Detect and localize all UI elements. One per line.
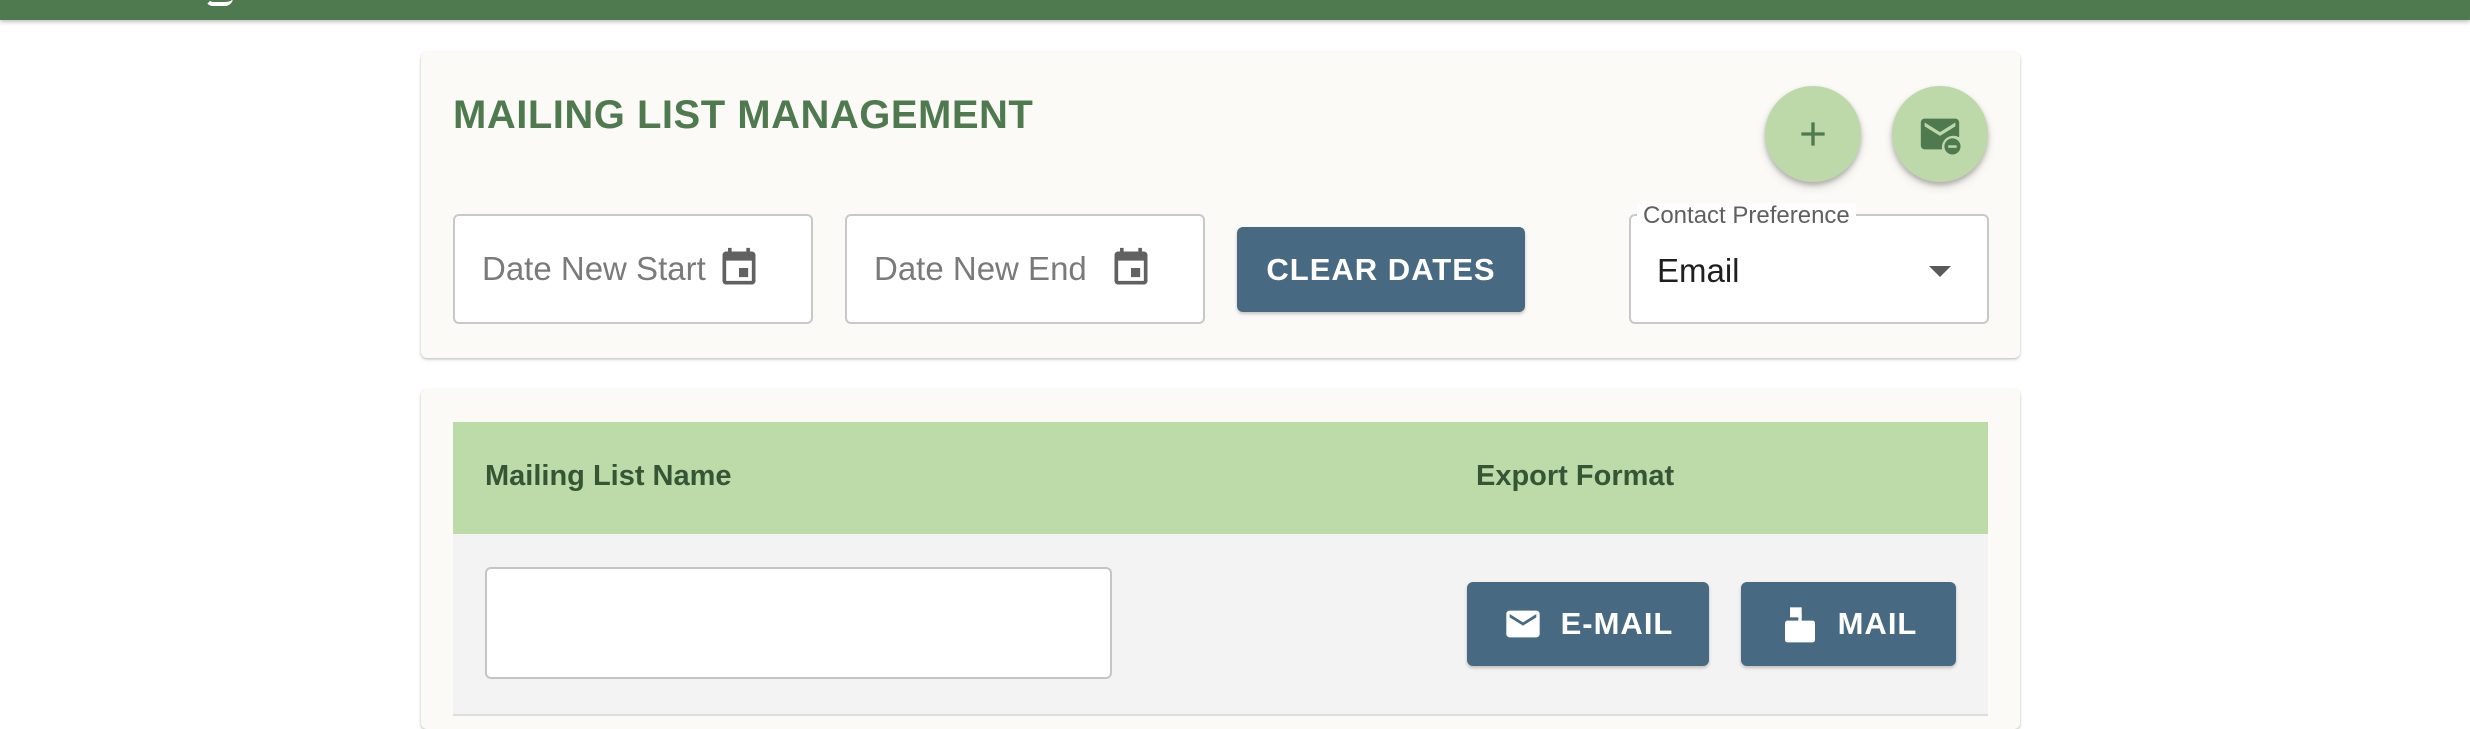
add-button[interactable] [1765,86,1861,182]
mailbox-icon [1784,607,1815,643]
mailing-list-table-card: Mailing List Name Export Format E-MAIL M… [421,389,2020,729]
calendar-icon[interactable] [1109,246,1153,290]
export-mail-button[interactable]: MAIL [1741,582,1956,666]
app-header-bar [0,0,2470,20]
app-title-fragment [205,0,233,6]
clear-dates-button[interactable]: CLEAR DATES [1237,227,1525,312]
table-row: E-MAIL MAIL [453,534,1988,716]
export-mail-label: MAIL [1837,606,1918,641]
calendar-icon[interactable] [717,246,761,290]
column-header-mailing-list-name: Mailing List Name [485,460,732,492]
mailing-list-name-input[interactable] [485,567,1112,679]
contact-preference-value: Email [1657,252,1740,289]
date-new-start-field[interactable]: Date New Start [453,214,813,324]
table-header: Mailing List Name Export Format [453,422,1988,534]
page-title: MAILING LIST MANAGEMENT [453,93,1034,137]
date-new-end-placeholder: Date New End [874,250,1087,287]
filters-card: MAILING LIST MANAGEMENT Date New Start D… [421,52,2020,358]
column-header-export-format: Export Format [1476,460,1675,492]
contact-preference-label: Contact Preference [1637,204,1856,228]
envelope-icon [1505,610,1540,638]
export-email-label: E-MAIL [1560,606,1674,641]
export-email-button[interactable]: E-MAIL [1467,582,1709,666]
date-new-end-field[interactable]: Date New End [845,214,1205,324]
mail-remove-button[interactable] [1892,86,1988,182]
plus-icon [1801,122,1825,146]
contact-preference-select[interactable]: Contact Preference Email [1629,204,1989,324]
mail-remove-icon [1920,118,1961,155]
dropdown-arrow-icon [1929,266,1951,277]
date-new-start-placeholder: Date New Start [482,250,706,287]
